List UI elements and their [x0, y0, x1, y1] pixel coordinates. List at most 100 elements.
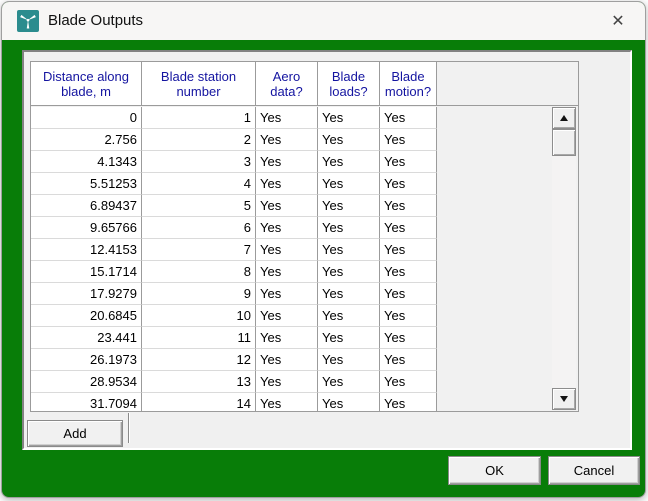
table-row: 12.41537YesYesYes [31, 239, 437, 261]
cell-station-number[interactable]: 6 [142, 217, 256, 239]
cell-aero-data[interactable]: Yes [256, 327, 318, 349]
cell-blade-loads[interactable]: Yes [318, 217, 380, 239]
cell-blade-loads[interactable]: Yes [318, 371, 380, 393]
cell-station-number[interactable]: 7 [142, 239, 256, 261]
close-icon[interactable]: ✕ [603, 9, 633, 33]
grid-rows: 01YesYesYes2.7562YesYesYes4.13433YesYesY… [31, 107, 437, 412]
cell-station-number[interactable]: 13 [142, 371, 256, 393]
table-row: 6.894375YesYesYes [31, 195, 437, 217]
cell-station-number[interactable]: 4 [142, 173, 256, 195]
scrollbar-thumb[interactable] [552, 129, 576, 156]
cell-station-number[interactable]: 5 [142, 195, 256, 217]
table-row: 15.17148YesYesYes [31, 261, 437, 283]
grid-header-filler [437, 62, 578, 106]
table-row: 26.197312YesYesYes [31, 349, 437, 371]
cell-blade-motion[interactable]: Yes [380, 173, 437, 195]
dialog-panel: Distance along blade, m Blade station nu… [22, 50, 632, 450]
cell-blade-motion[interactable]: Yes [380, 393, 437, 412]
cell-aero-data[interactable]: Yes [256, 393, 318, 412]
cell-blade-motion[interactable]: Yes [380, 283, 437, 305]
cell-blade-motion[interactable]: Yes [380, 217, 437, 239]
cell-aero-data[interactable]: Yes [256, 173, 318, 195]
cell-distance[interactable]: 17.9279 [31, 283, 142, 305]
table-row: 5.512534YesYesYes [31, 173, 437, 195]
cell-blade-loads[interactable]: Yes [318, 173, 380, 195]
cell-aero-data[interactable]: Yes [256, 305, 318, 327]
cell-blade-loads[interactable]: Yes [318, 195, 380, 217]
cell-aero-data[interactable]: Yes [256, 129, 318, 151]
cell-station-number[interactable]: 9 [142, 283, 256, 305]
cell-distance[interactable]: 9.65766 [31, 217, 142, 239]
cell-blade-motion[interactable]: Yes [380, 151, 437, 173]
cell-blade-motion[interactable]: Yes [380, 371, 437, 393]
cell-aero-data[interactable]: Yes [256, 151, 318, 173]
cell-distance[interactable]: 2.756 [31, 129, 142, 151]
cell-aero-data[interactable]: Yes [256, 283, 318, 305]
cell-blade-motion[interactable]: Yes [380, 195, 437, 217]
cell-blade-loads[interactable]: Yes [318, 107, 380, 129]
down-arrow-icon [560, 396, 568, 402]
cell-blade-loads[interactable]: Yes [318, 151, 380, 173]
cell-distance[interactable]: 28.9534 [31, 371, 142, 393]
table-row: 2.7562YesYesYes [31, 129, 437, 151]
scrollbar-up-button[interactable] [552, 107, 576, 129]
table-row: 17.92799YesYesYes [31, 283, 437, 305]
cell-station-number[interactable]: 2 [142, 129, 256, 151]
cell-distance[interactable]: 5.51253 [31, 173, 142, 195]
vertical-scrollbar[interactable] [552, 107, 576, 410]
cell-blade-loads[interactable]: Yes [318, 239, 380, 261]
column-header-distance: Distance along blade, m [31, 62, 142, 106]
cell-distance[interactable]: 31.7094 [31, 393, 142, 412]
ok-button[interactable]: OK [448, 456, 541, 485]
cell-blade-loads[interactable]: Yes [318, 305, 380, 327]
cell-distance[interactable]: 20.6845 [31, 305, 142, 327]
up-arrow-icon [560, 115, 568, 121]
scrollbar-down-button[interactable] [552, 388, 576, 410]
cell-blade-loads[interactable]: Yes [318, 393, 380, 412]
cell-distance[interactable]: 12.4153 [31, 239, 142, 261]
cancel-button[interactable]: Cancel [548, 456, 640, 485]
cell-aero-data[interactable]: Yes [256, 239, 318, 261]
cell-distance[interactable]: 4.1343 [31, 151, 142, 173]
cell-blade-loads[interactable]: Yes [318, 261, 380, 283]
cell-aero-data[interactable]: Yes [256, 349, 318, 371]
cell-station-number[interactable]: 14 [142, 393, 256, 412]
cell-station-number[interactable]: 12 [142, 349, 256, 371]
cell-station-number[interactable]: 11 [142, 327, 256, 349]
table-row: 9.657666YesYesYes [31, 217, 437, 239]
vertical-divider [128, 413, 130, 443]
blade-outputs-dialog: Blade Outputs ✕ Distance along blade, m … [1, 1, 646, 498]
cell-distance[interactable]: 0 [31, 107, 142, 129]
cell-aero-data[interactable]: Yes [256, 195, 318, 217]
cell-aero-data[interactable]: Yes [256, 217, 318, 239]
cell-station-number[interactable]: 10 [142, 305, 256, 327]
window-title: Blade Outputs [48, 2, 143, 40]
cell-blade-loads[interactable]: Yes [318, 129, 380, 151]
cell-blade-motion[interactable]: Yes [380, 261, 437, 283]
cell-station-number[interactable]: 3 [142, 151, 256, 173]
cell-station-number[interactable]: 8 [142, 261, 256, 283]
cell-station-number[interactable]: 1 [142, 107, 256, 129]
cell-aero-data[interactable]: Yes [256, 261, 318, 283]
cell-blade-loads[interactable]: Yes [318, 349, 380, 371]
cell-distance[interactable]: 23.441 [31, 327, 142, 349]
cell-blade-motion[interactable]: Yes [380, 305, 437, 327]
cell-blade-loads[interactable]: Yes [318, 327, 380, 349]
table-row: 31.709414YesYesYes [31, 393, 437, 412]
cell-blade-motion[interactable]: Yes [380, 327, 437, 349]
table-row: 4.13433YesYesYes [31, 151, 437, 173]
cell-blade-motion[interactable]: Yes [380, 349, 437, 371]
cell-distance[interactable]: 26.1973 [31, 349, 142, 371]
cell-distance[interactable]: 6.89437 [31, 195, 142, 217]
cell-distance[interactable]: 15.1714 [31, 261, 142, 283]
bladed-turbine-icon [17, 10, 39, 32]
titlebar: Blade Outputs ✕ [2, 2, 645, 40]
column-header-station: Blade station number [142, 62, 256, 106]
cell-aero-data[interactable]: Yes [256, 371, 318, 393]
cell-blade-motion[interactable]: Yes [380, 129, 437, 151]
cell-blade-motion[interactable]: Yes [380, 107, 437, 129]
cell-blade-motion[interactable]: Yes [380, 239, 437, 261]
add-button[interactable]: Add [27, 420, 123, 447]
cell-blade-loads[interactable]: Yes [318, 283, 380, 305]
cell-aero-data[interactable]: Yes [256, 107, 318, 129]
